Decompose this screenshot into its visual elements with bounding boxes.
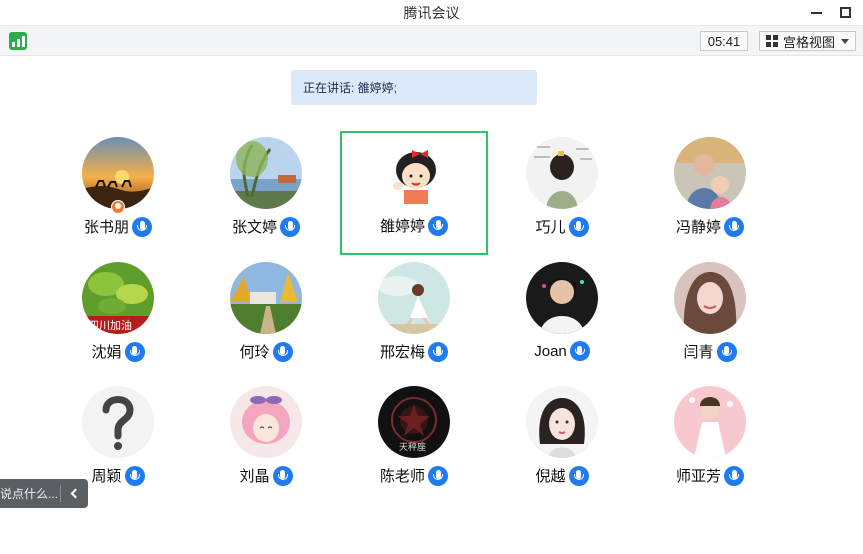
participant-tile[interactable]: 冯静婷 [636,132,784,256]
minimize-button[interactable] [807,3,825,21]
microphone-icon[interactable] [724,216,744,237]
avatar: 四川加油 [82,262,154,334]
maximize-icon [839,6,851,18]
participant-tile[interactable]: 师亚芳 [636,381,784,505]
participant-tile[interactable]: Joan [488,257,636,381]
microphone-icon[interactable] [272,465,293,486]
window-title: 腾讯会议 [403,4,460,21]
avatar [82,137,154,209]
participant-tile[interactable]: 四川加油 沈娟 [44,257,192,381]
avatar [82,386,154,458]
svg-text:四川加油: 四川加油 [88,318,132,332]
participant-tile[interactable]: 张书朋 [44,132,192,256]
host-icon [111,200,125,214]
avatar [526,262,598,334]
avatar [526,386,598,458]
chat-input-bar[interactable]: 说点什么... [0,479,88,508]
microphone-icon[interactable] [428,465,448,486]
chevron-left-icon [70,488,81,499]
chevron-down-icon [841,38,849,44]
participant-name: 巧儿 [535,219,566,236]
speaking-indicator: 正在讲话: 雒婷婷; [291,70,537,105]
participant-name: 师亚芳 [675,468,721,485]
view-mode-button[interactable]: 宫格视图 [759,31,856,51]
participant-name: Joan [534,342,567,360]
microphone-icon[interactable] [124,341,145,362]
grid-view-icon [766,35,779,47]
microphone-icon[interactable] [724,465,744,486]
microphone-icon[interactable] [428,215,448,236]
participant-tile[interactable]: 何玲 [192,257,340,381]
participant-name: 刘晶 [239,468,270,485]
participant-name: 陈老师 [379,468,425,485]
top-toolbar: 05:41 宫格视图 [0,25,863,56]
avatar: 天秤座 [378,386,450,458]
participant-tile[interactable]: 天秤座 陈老师 [340,381,488,505]
participant-name: 张书朋 [83,219,129,236]
svg-text:天秤座: 天秤座 [399,441,426,453]
minimize-icon [810,12,822,14]
participant-tile[interactable]: 闫青 [636,257,784,381]
microphone-icon[interactable] [568,465,589,486]
participant-tile[interactable]: 倪越 [488,381,636,505]
avatar [674,386,746,458]
participant-name: 周颖 [91,468,122,485]
avatar [674,137,746,209]
avatar [378,136,450,208]
microphone-icon[interactable] [568,216,589,237]
participant-tile[interactable]: 刘晶 [192,381,340,505]
microphone-icon[interactable] [272,341,293,362]
microphone-icon[interactable] [716,341,737,362]
participant-name: 倪越 [535,468,566,485]
view-mode-label: 宫格视图 [783,34,836,50]
microphone-icon[interactable] [428,341,448,362]
avatar [674,262,746,334]
participant-name: 张文婷 [231,219,277,236]
avatar [230,386,302,458]
speaking-text: 正在讲话: 雒婷婷; [303,81,398,95]
network-signal-icon[interactable] [9,32,27,50]
avatar [230,137,302,209]
meeting-timer: 05:41 [700,31,748,51]
participant-name: 闫青 [683,344,714,361]
maximize-button[interactable] [836,3,854,21]
chat-input[interactable]: 说点什么... [0,485,58,502]
microphone-icon[interactable] [280,216,300,237]
collapse-button[interactable] [61,479,87,508]
avatar [378,262,450,334]
microphone-icon[interactable] [124,465,145,486]
participant-tile[interactable]: 巧儿 [488,132,636,256]
title-bar: 腾讯会议 [0,0,863,25]
participant-name: 何玲 [239,344,270,361]
avatar [526,137,598,209]
avatar [230,262,302,334]
microphone-icon[interactable] [132,216,152,237]
participant-tile-active[interactable]: 雒婷婷 [340,131,488,255]
participant-name: 沈娟 [91,344,122,361]
participant-name: 邢宏梅 [379,344,425,361]
microphone-icon[interactable] [569,341,590,361]
participant-tile[interactable]: 张文婷 [192,132,340,256]
participant-tile[interactable]: 邢宏梅 [340,257,488,381]
participant-name: 冯静婷 [675,219,721,236]
participant-name: 雒婷婷 [379,218,425,235]
